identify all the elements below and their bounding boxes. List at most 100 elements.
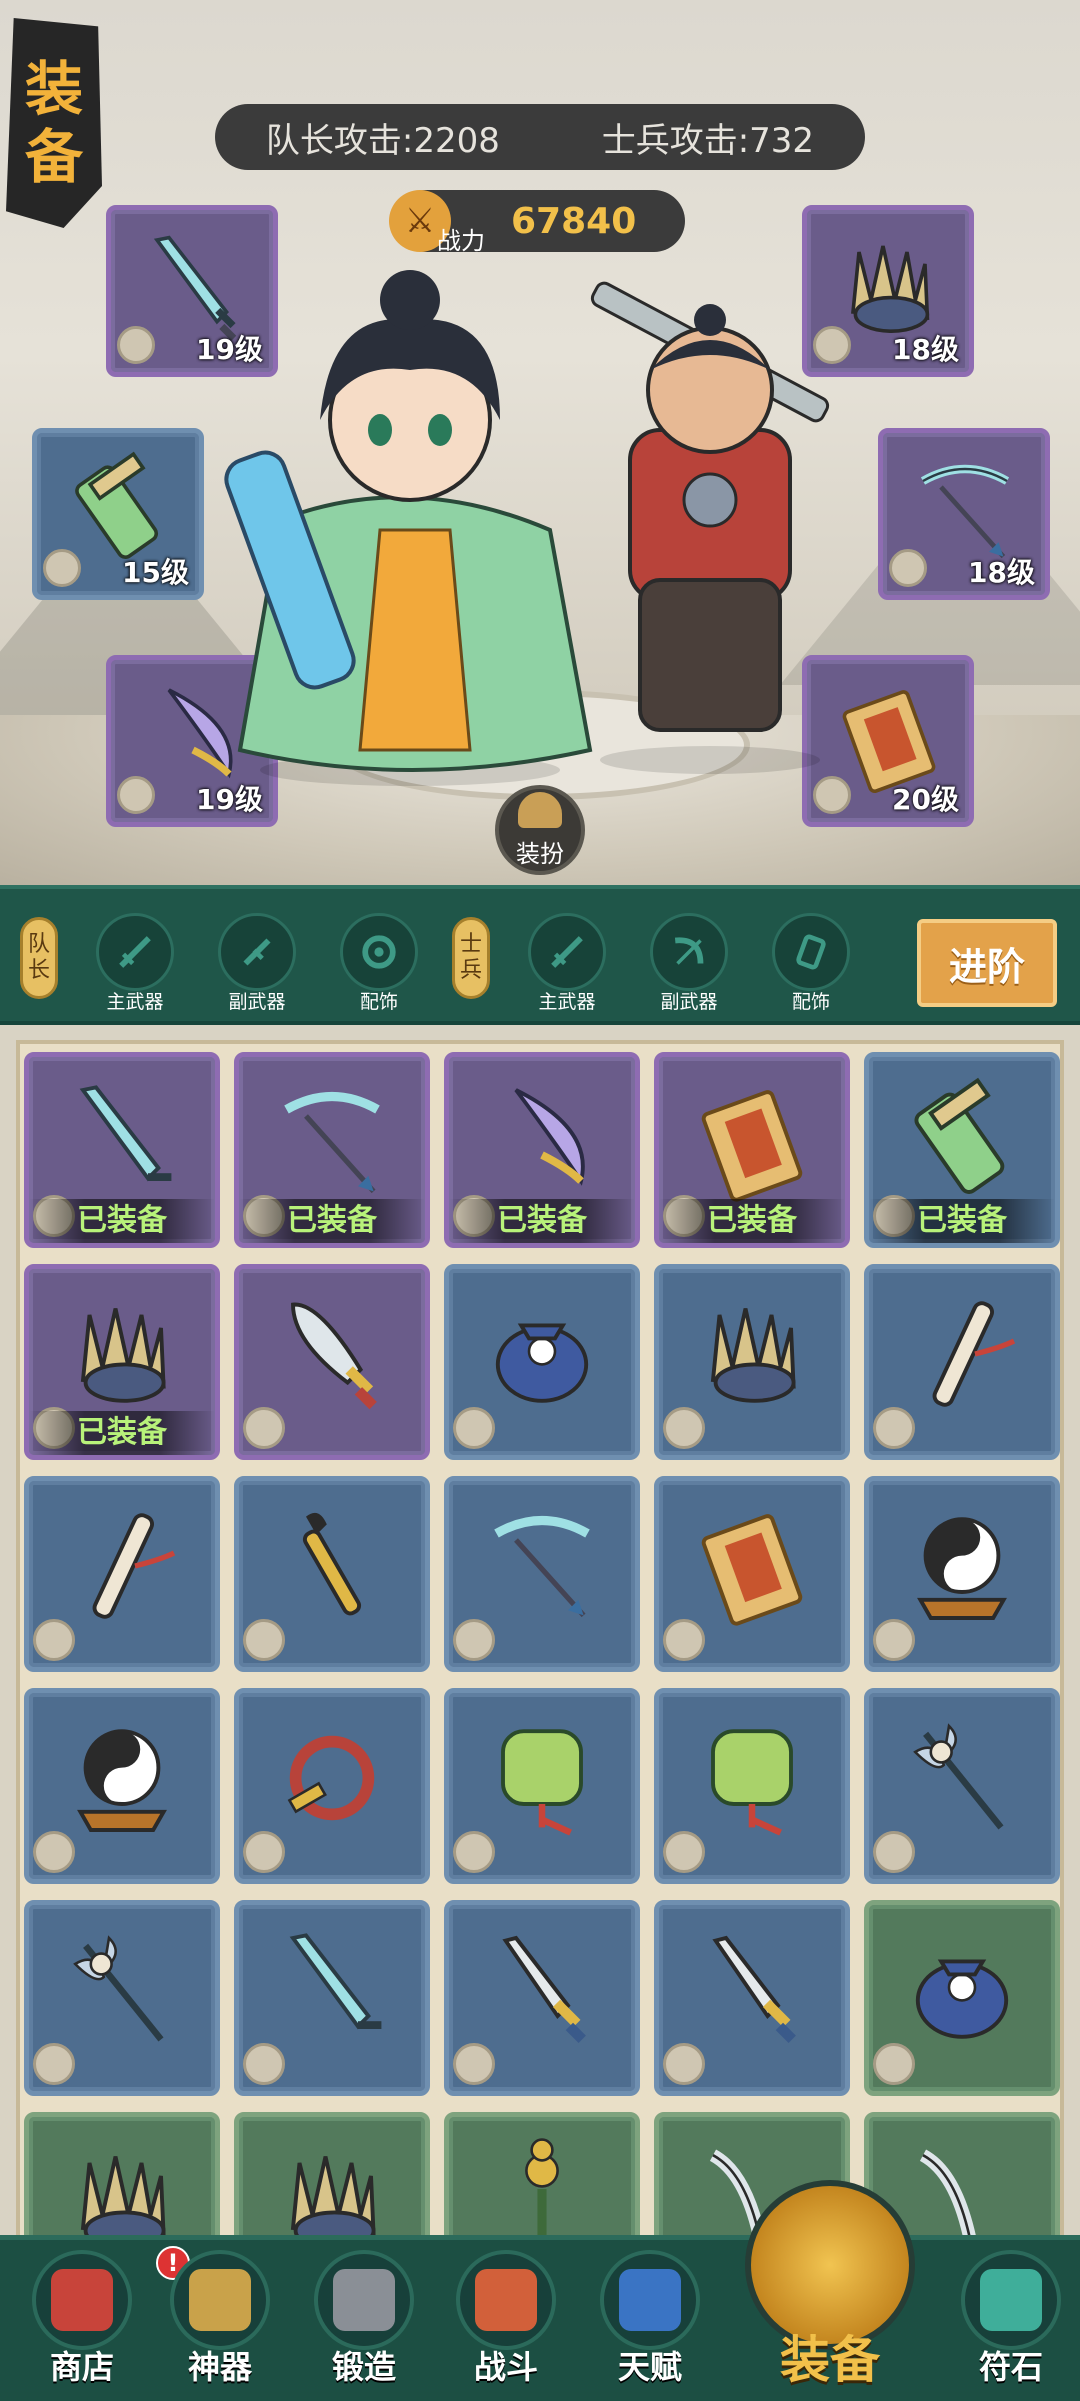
inventory-item[interactable]: [864, 1688, 1060, 1884]
inventory-item[interactable]: [444, 1688, 640, 1884]
inventory-item[interactable]: 已装备: [234, 1052, 430, 1248]
gourd-staff-icon: [525, 2138, 559, 2236]
lock-coin-icon: [33, 1619, 75, 1661]
page-title: 装 备: [6, 18, 102, 228]
inventory-item[interactable]: [234, 1476, 430, 1672]
soldier-character[interactable]: [560, 280, 860, 780]
crescent-blade-icon: [514, 1088, 585, 1186]
lock-coin-icon: [453, 2043, 495, 2085]
inventory-item[interactable]: [444, 1476, 640, 1672]
jade-pendant-icon: [711, 1729, 793, 1836]
inventory-item[interactable]: [234, 1688, 430, 1884]
costume-button[interactable]: 装扮: [495, 785, 585, 875]
flute-icon: [92, 1513, 176, 1619]
inventory-item[interactable]: [864, 1900, 1060, 2096]
tab-soldier-main-weapon[interactable]: 主武器: [512, 913, 622, 1023]
equipped-label: 已装备: [239, 1199, 425, 1243]
broadsword-icon: [291, 1302, 377, 1410]
claw-gauntlet-icon: [290, 2156, 376, 2236]
accessory-icon: [362, 935, 396, 969]
inventory-item[interactable]: 已装备: [24, 1264, 220, 1460]
lock-coin-icon: [43, 549, 81, 587]
equipment-tab-bar: 队长 主武器 副武器 配饰 士兵 主武器 副武器 配饰 进阶: [0, 885, 1080, 1025]
lock-coin-icon: [889, 549, 927, 587]
inventory-item[interactable]: [654, 1688, 850, 1884]
claw-gauntlet-icon: [710, 1308, 796, 1403]
inventory-item[interactable]: [444, 2112, 640, 2236]
advance-button[interactable]: 进阶: [917, 919, 1057, 1007]
inventory-item[interactable]: 已装备: [444, 1052, 640, 1248]
lock-coin-icon: [33, 2043, 75, 2085]
dagger-icon: [712, 1935, 796, 2044]
skull-halberd-icon: [73, 1935, 164, 2042]
lock-coin-icon: [873, 1831, 915, 1873]
lock-coin-icon: [663, 1619, 705, 1661]
inventory-item[interactable]: [444, 1900, 640, 2096]
tab-captain-main-weapon[interactable]: 主武器: [80, 913, 190, 1023]
inventory-item[interactable]: [654, 1900, 850, 2096]
inventory-item[interactable]: 已装备: [24, 1052, 220, 1248]
talent-icon: [619, 2269, 681, 2331]
combat-power-bar: ⚔ 战力 67840: [389, 190, 685, 255]
tab-soldier-accessory[interactable]: 配饰: [756, 913, 866, 1023]
yinyang-orb-icon: [917, 1517, 1007, 1620]
inventory-item[interactable]: 已装备: [864, 1052, 1060, 1248]
bamboo-scroll-icon: [914, 1077, 1005, 1194]
inventory-item[interactable]: [24, 1476, 220, 1672]
lock-coin-icon: [873, 1407, 915, 1449]
bow-icon: [284, 1092, 380, 1194]
attack-stats-bar: 队长攻击:2208 士兵攻击:732: [215, 104, 865, 170]
inventory-item[interactable]: 已装备: [654, 1052, 850, 1248]
anvil-icon: [333, 2269, 395, 2331]
sword-icon: [119, 936, 151, 968]
lock-coin-icon: [453, 1619, 495, 1661]
inventory-item[interactable]: [24, 1900, 220, 2096]
yinyang-pouch-icon: [915, 1959, 1009, 2039]
nav-battle[interactable]: 战斗: [450, 2250, 562, 2400]
nav-artifact[interactable]: 神器: [164, 2250, 276, 2400]
nav-equipment[interactable]: 装备: [740, 2180, 920, 2400]
dagger-icon: [502, 1935, 586, 2044]
inventory-item[interactable]: [864, 1476, 1060, 1672]
nav-rune[interactable]: 符石: [955, 2250, 1067, 2400]
captain-character[interactable]: [220, 270, 610, 790]
brush-icon: [302, 1512, 362, 1616]
inventory-panel: 已装备 已装备 已装备 已装备 已装备 已装备: [16, 1040, 1064, 2240]
inventory-item[interactable]: [234, 1264, 430, 1460]
lock-coin-icon: [663, 1407, 705, 1449]
tab-captain-accessory[interactable]: 配饰: [324, 913, 434, 1023]
power-value: 67840: [511, 200, 637, 242]
skull-halberd-icon: [913, 1723, 1004, 1830]
inventory-item[interactable]: [654, 1476, 850, 1672]
slot-level: 18级: [892, 333, 959, 366]
nav-forge[interactable]: 锻造: [308, 2250, 420, 2400]
inventory-item[interactable]: [444, 1264, 640, 1460]
soldier-tag: 士兵: [452, 917, 490, 999]
claw-gauntlet-icon: [80, 2156, 166, 2236]
nav-talent[interactable]: 天赋: [594, 2250, 706, 2400]
inventory-item[interactable]: [24, 2112, 220, 2236]
nav-shop[interactable]: 商店 !: [26, 2246, 190, 2400]
inventory-item[interactable]: [234, 2112, 430, 2236]
equipped-label: 已装备: [659, 1199, 845, 1243]
lock-coin-icon: [453, 1831, 495, 1873]
equipped-label: 已装备: [29, 1411, 215, 1455]
jade-pendant-icon: [501, 1729, 583, 1836]
inventory-item[interactable]: [654, 1264, 850, 1460]
tab-soldier-sub-weapon[interactable]: 副武器: [634, 913, 744, 1023]
soldier-sub-weapon-slot[interactable]: 18级: [878, 428, 1050, 600]
lock-coin-icon: [33, 1831, 75, 1873]
inventory-item[interactable]: [864, 1264, 1060, 1460]
captain-attack-stat: 队长攻击:2208: [265, 120, 500, 161]
lock-coin-icon: [243, 2043, 285, 2085]
lock-coin-icon: [243, 1619, 285, 1661]
hero-scene: 装 备 队长攻击:2208 士兵攻击:732 ⚔ 战力 67840 19级 15…: [0, 0, 1080, 885]
talisman-icon: [701, 1514, 803, 1626]
battle-icon: [475, 2269, 537, 2331]
captain-sub-weapon-slot[interactable]: 15级: [32, 428, 204, 600]
tab-captain-sub-weapon[interactable]: 副武器: [202, 913, 312, 1023]
inventory-item[interactable]: [234, 1900, 430, 2096]
lock-coin-icon: [813, 776, 851, 814]
bottom-navigation: 商店 ! 神器 锻造 战斗 天赋 装备 符石: [0, 2180, 1080, 2401]
inventory-item[interactable]: [24, 1688, 220, 1884]
